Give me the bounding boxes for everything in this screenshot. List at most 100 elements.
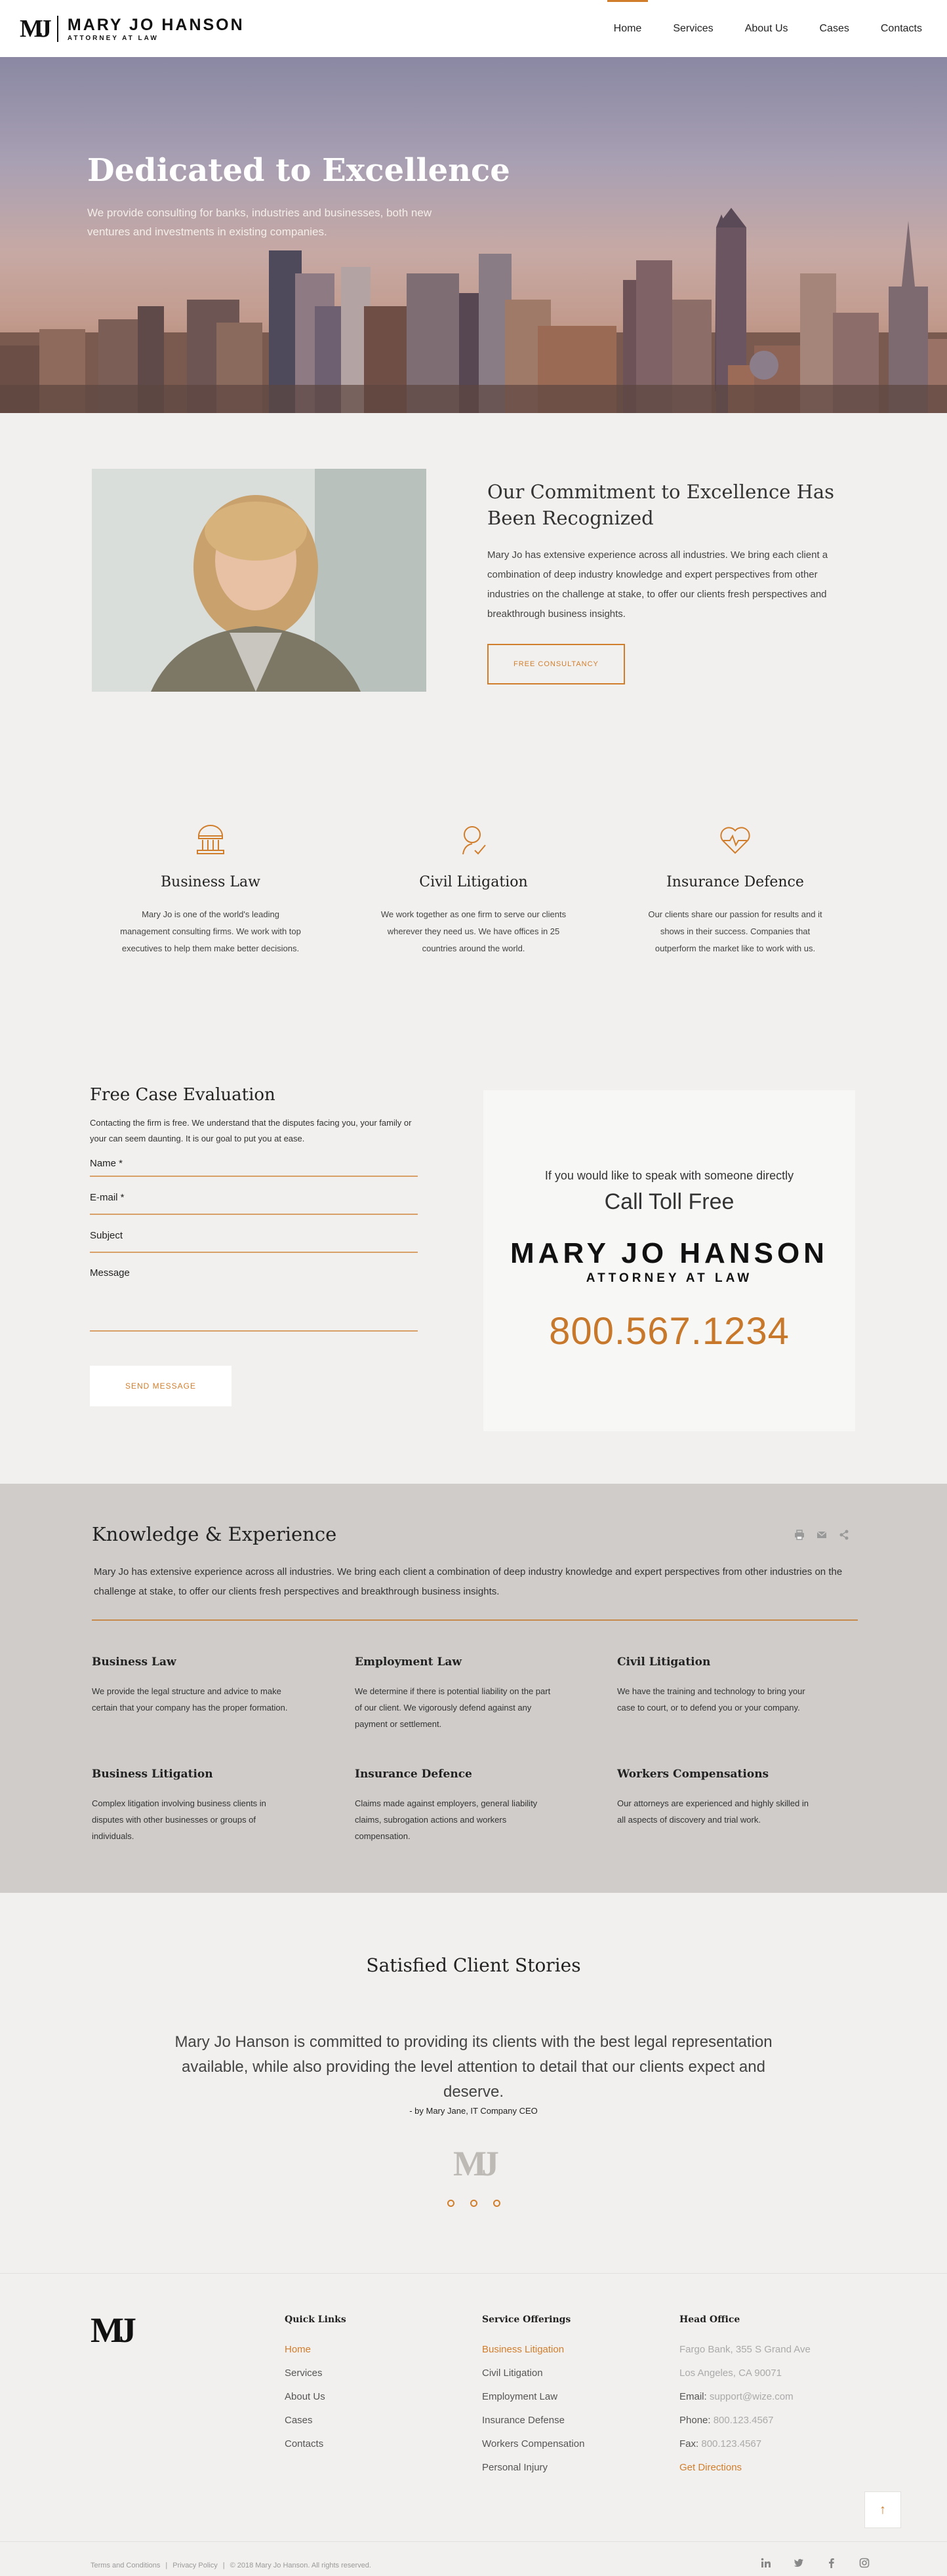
case-evaluation-section: Free Case Evaluation Contacting the firm… <box>0 1039 947 1484</box>
subject-field[interactable]: Subject <box>90 1215 418 1253</box>
knowledge-item-body: Complex litigation involving business cl… <box>92 1798 266 1841</box>
form-title: Free Case Evaluation <box>90 1085 275 1105</box>
service-insurance-defence: Insurance Defence Our clients share our … <box>634 823 837 957</box>
head-office: Head Office Fargo Bank, 355 S Grand Ave … <box>679 2314 863 2480</box>
nav-home[interactable]: Home <box>607 0 648 57</box>
logo-mark: MJ <box>20 14 52 43</box>
footer-link-contacts[interactable]: Contacts <box>285 2432 468 2456</box>
service-title: Insurance Defence <box>666 874 804 890</box>
knowledge-section: Knowledge & Experience Mary Jo has exten… <box>0 1484 947 1893</box>
logo-text: MARY JO HANSON ATTORNEY AT LAW <box>68 16 245 42</box>
nav-about-us[interactable]: About Us <box>745 0 788 57</box>
email-field[interactable]: E-mail * <box>90 1177 418 1215</box>
name-field[interactable]: Name * <box>90 1157 418 1177</box>
heart-pulse-icon <box>720 827 750 854</box>
testimonial-author: - by Mary Jane, IT Company CEO <box>409 2106 538 2116</box>
send-message-button[interactable]: SEND MESSAGE <box>90 1366 232 1406</box>
hero-content: Dedicated to Excellence We provide consu… <box>87 152 510 241</box>
service-body: Our clients share our passion for result… <box>648 909 822 953</box>
footer-logo[interactable]: MJ <box>91 2310 136 2350</box>
address-line-2: Los Angeles, CA 90071 <box>679 2368 782 2379</box>
knowledge-item-title: Insurance Defence <box>355 1768 472 1781</box>
site-header: MJ MARY JO HANSON ATTORNEY AT LAW Home S… <box>0 0 947 57</box>
testimonial-logo-mark: MJ <box>453 2144 499 2183</box>
carousel-dot[interactable] <box>470 2200 477 2207</box>
linkedin-icon[interactable] <box>761 2558 771 2568</box>
footer-link-home[interactable]: Home <box>285 2338 468 2362</box>
share-icon[interactable] <box>839 1530 849 1540</box>
knowledge-item: Insurance Defence Claims made against em… <box>355 1768 552 1844</box>
service-title: Business Law <box>161 874 260 890</box>
footer-link-services[interactable]: Services <box>285 2362 468 2385</box>
site-footer: MJ Quick Links Home Services About Us Ca… <box>0 2273 947 2575</box>
email-link[interactable]: support@wize.com <box>710 2391 794 2402</box>
privacy-link[interactable]: Privacy Policy <box>172 2562 217 2569</box>
address-line-1: Fargo Bank, 355 S Grand Ave <box>679 2344 811 2355</box>
logo-subtitle: ATTORNEY AT LAW <box>67 34 159 42</box>
free-consultancy-button[interactable]: FREE CONSULTANCY <box>487 644 625 684</box>
knowledge-item-body: Claims made against employers, general l… <box>355 1798 538 1841</box>
facebook-icon[interactable] <box>826 2558 837 2568</box>
footer-service-link[interactable]: Workers Compensation <box>482 2432 666 2456</box>
service-offerings-title: Service Offerings <box>482 2314 571 2325</box>
hero-banner: Dedicated to Excellence We provide consu… <box>0 57 947 413</box>
twitter-icon[interactable] <box>794 2558 804 2568</box>
site-logo[interactable]: MJ MARY JO HANSON ATTORNEY AT LAW <box>20 14 245 43</box>
service-title: Civil Litigation <box>419 874 528 890</box>
quick-links: Quick Links Home Services About Us Cases… <box>285 2314 468 2456</box>
knowledge-intro: Mary Jo has extensive experience across … <box>94 1566 843 1597</box>
carousel-dot[interactable] <box>447 2200 454 2207</box>
service-business-law: Business Law Mary Jo is one of the world… <box>109 823 312 957</box>
email-label: Email: <box>679 2391 707 2402</box>
carousel-dot[interactable] <box>493 2200 500 2207</box>
nav-contacts[interactable]: Contacts <box>881 0 922 57</box>
knowledge-item-title: Civil Litigation <box>617 1655 711 1669</box>
testimonial-quote: Mary Jo Hanson is committed to providing… <box>174 2033 773 2101</box>
footer-service-link[interactable]: Employment Law <box>482 2385 666 2409</box>
footer-link-cases[interactable]: Cases <box>285 2409 468 2432</box>
footer-service-link[interactable]: Civil Litigation <box>482 2362 666 2385</box>
carousel-dots <box>0 2200 947 2207</box>
print-icon[interactable] <box>794 1530 805 1540</box>
get-directions-link[interactable]: Get Directions <box>679 2456 863 2480</box>
person-check-icon <box>462 826 486 855</box>
nav-services[interactable]: Services <box>673 0 713 57</box>
call-heading: Call Toll Free <box>604 1189 735 1214</box>
knowledge-item-body: We determine if there is potential liabi… <box>355 1686 551 1729</box>
contact-form: Free Case Evaluation Contacting the firm… <box>90 1085 418 1406</box>
head-office-title: Head Office <box>679 2314 740 2325</box>
testimonial-section: Satisfied Client Stories Mary Jo Hanson … <box>0 1893 947 2273</box>
knowledge-item-title: Employment Law <box>355 1655 462 1669</box>
phone-link[interactable]: 800.123.4567 <box>714 2415 774 2426</box>
knowledge-item-title: Workers Compensations <box>617 1768 769 1781</box>
social-links <box>761 2558 870 2568</box>
footer-service-link[interactable]: Insurance Defense <box>482 2409 666 2432</box>
terms-link[interactable]: Terms and Conditions <box>91 2562 160 2569</box>
copyright-text: © 2018 Mary Jo Hanson. All rights reserv… <box>230 2562 371 2569</box>
knowledge-item: Business Law We provide the legal struct… <box>92 1655 289 1716</box>
call-prompt: If you would like to speak with someone … <box>544 1169 794 1182</box>
footer-link-about-us[interactable]: About Us <box>285 2385 468 2409</box>
commitment-body: Mary Jo has extensive experience across … <box>487 549 828 620</box>
hero-text: We provide consulting for banks, industr… <box>87 207 432 238</box>
share-tools <box>794 1530 849 1540</box>
service-offerings: Service Offerings Business Litigation Ci… <box>482 2314 666 2480</box>
footer-service-link[interactable]: Personal Injury <box>482 2456 666 2480</box>
mail-icon[interactable] <box>816 1530 827 1540</box>
service-civil-litigation: Civil Litigation We work together as one… <box>372 823 575 957</box>
legal-links: Terms and Conditions | Privacy Policy | © 20… <box>91 2562 371 2569</box>
knowledge-item: Civil Litigation We have the training an… <box>617 1655 814 1716</box>
quick-links-title: Quick Links <box>285 2314 346 2325</box>
knowledge-item: Employment Law We determine if there is … <box>355 1655 552 1732</box>
nav-cases[interactable]: Cases <box>820 0 849 57</box>
knowledge-item-body: Our attorneys are experienced and highly… <box>617 1798 809 1825</box>
fax-number: 800.123.4567 <box>701 2438 762 2449</box>
phone-number[interactable]: 800.567.1234 <box>483 1309 855 1353</box>
service-body: Mary Jo is one of the world's leading ma… <box>120 909 301 953</box>
footer-service-link[interactable]: Business Litigation <box>482 2338 666 2362</box>
back-to-top-button[interactable]: ↑ <box>864 2491 901 2528</box>
logo-name: MARY JO HANSON <box>67 15 245 34</box>
instagram-icon[interactable] <box>859 2558 870 2568</box>
main-nav: Home Services About Us Cases Contacts <box>607 0 922 57</box>
message-field[interactable]: Message <box>90 1253 418 1332</box>
